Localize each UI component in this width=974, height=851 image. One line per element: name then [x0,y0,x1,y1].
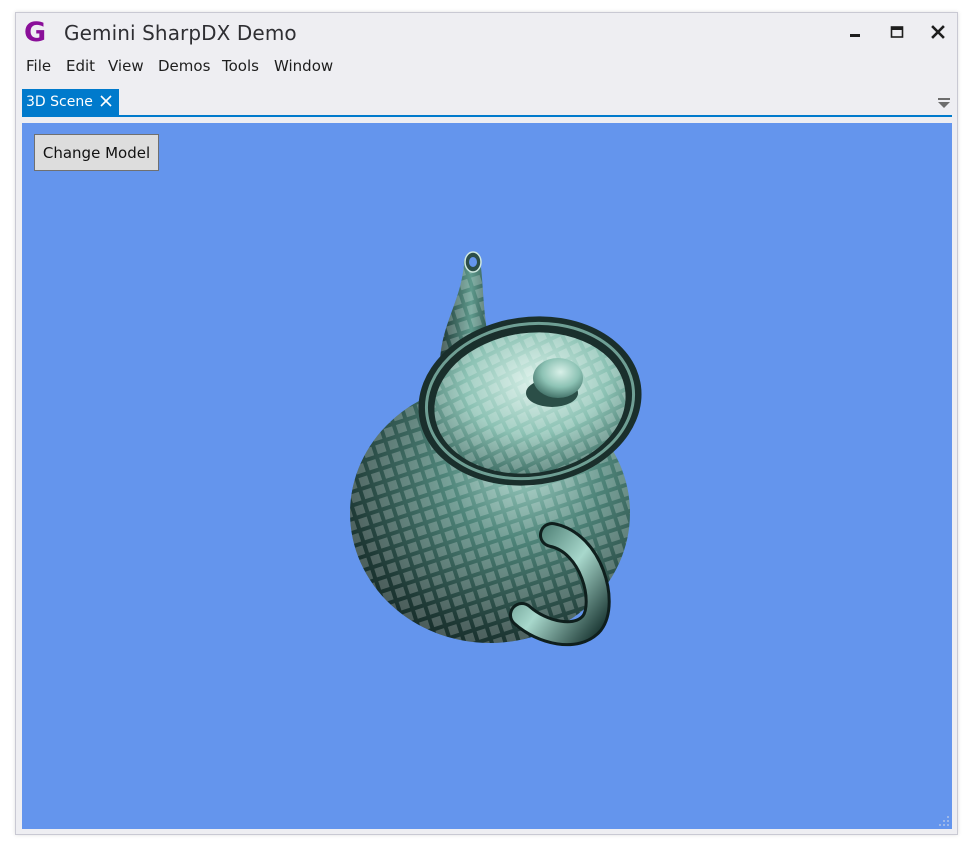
change-model-button[interactable]: Change Model [34,134,159,171]
menu-edit[interactable]: Edit [66,57,95,75]
window-title: Gemini SharpDX Demo [64,21,297,45]
menu-file[interactable]: File [26,57,51,75]
tab-overflow-dropdown-icon[interactable] [937,97,951,109]
teapot-model [350,251,642,647]
title-bar[interactable]: G Gemini SharpDX Demo [16,13,957,53]
document-tab-strip: 3D Scene [22,89,952,117]
3d-scene-viewport[interactable]: Change Model [22,123,952,829]
main-window: G Gemini SharpDX Demo File Edit View Dem… [15,12,958,835]
close-button[interactable] [925,19,951,45]
menu-bar: File Edit View Demos Tools Window [16,57,957,79]
minimize-icon [850,34,860,37]
menu-view[interactable]: View [108,57,144,75]
maximize-button[interactable] [884,19,910,45]
close-icon [931,25,945,39]
menu-demos[interactable]: Demos [158,57,210,75]
app-logo-icon: G [24,17,47,48]
maximize-icon [890,26,904,38]
tab-strip-divider [22,115,952,117]
menu-window[interactable]: Window [274,57,333,75]
menu-tools[interactable]: Tools [222,57,259,75]
tab-close-icon[interactable] [98,93,114,109]
tab-3d-scene[interactable]: 3D Scene [22,89,119,115]
resize-grip-icon[interactable] [938,815,950,827]
minimize-button[interactable] [842,19,868,45]
tab-label: 3D Scene [26,94,93,110]
